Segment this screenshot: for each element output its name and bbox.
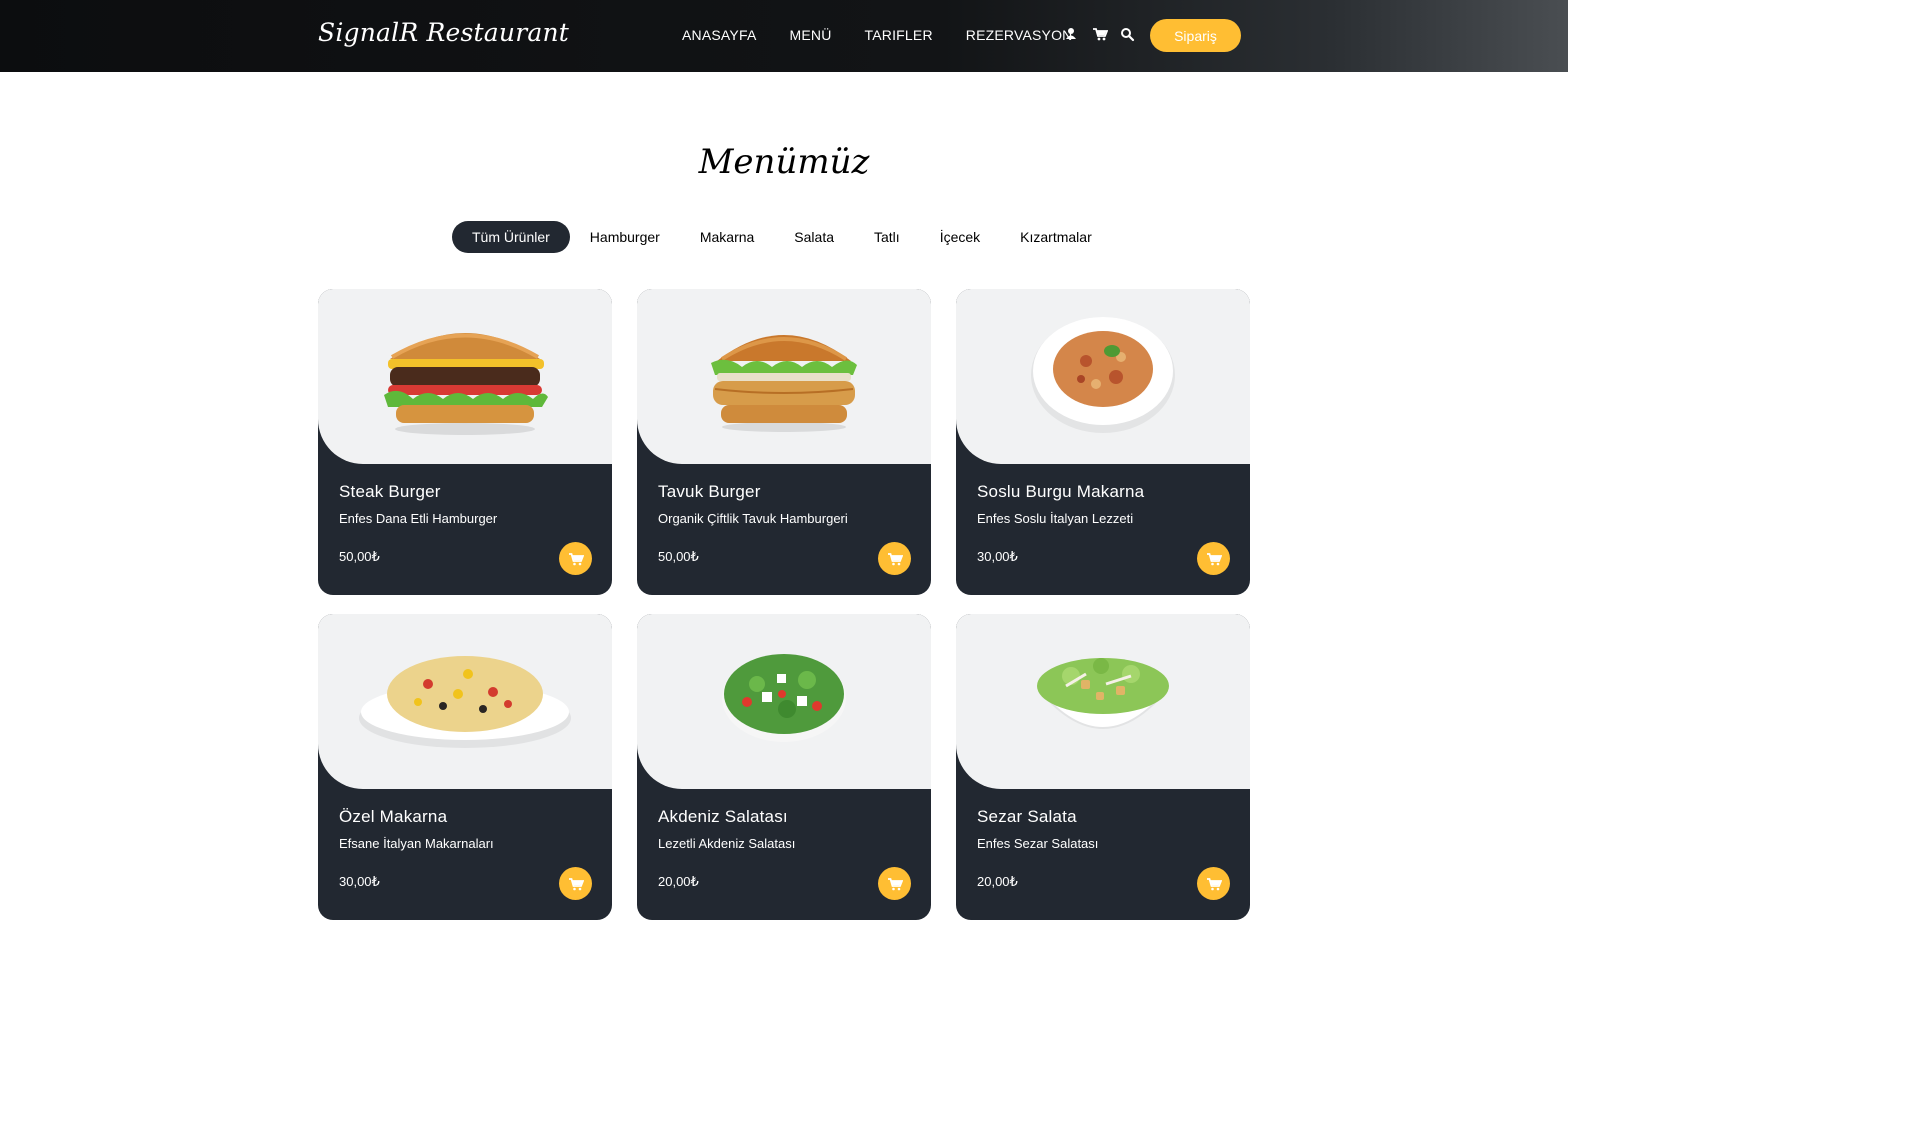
product-card: Soslu Burgu Makarna Enfes Soslu İtalyan … [956,289,1250,595]
product-name: Sezar Salata [977,807,1077,826]
product-name: Özel Makarna [339,807,448,826]
product-price: 30,00₺ [339,874,380,889]
filter-dessert[interactable]: Tatlı [854,221,920,253]
product-description: Enfes Dana Etli Hamburger [339,511,498,526]
cart-icon [887,552,903,565]
product-name: Soslu Burgu Makarna [977,482,1145,501]
nav-home[interactable]: ANASAYFA [682,27,756,43]
product-name: Tavuk Burger [658,482,761,501]
product-image [318,614,612,789]
top-navbar: SignalR Restaurant ANASAYFA MENÜ TARIFLE… [0,0,1568,72]
add-to-cart-button[interactable] [1197,867,1230,900]
product-name: Akdeniz Salatası [658,807,788,826]
filter-hamburger[interactable]: Hamburger [570,221,680,253]
cart-icon [1206,877,1222,890]
nav-recipes[interactable]: TARIFLER [865,27,933,43]
product-price: 20,00₺ [658,874,699,889]
main-nav: ANASAYFA MENÜ TARIFLER REZERVASYON [682,27,1105,43]
category-filters: Tüm Ürünler Hamburger Makarna Salata Tat… [452,221,1112,253]
product-card: Tavuk Burger Organik Çiftlik Tavuk Hambu… [637,289,931,595]
product-description: Enfes Sezar Salatası [977,836,1099,851]
filter-fries[interactable]: Kızartmalar [1000,221,1112,253]
brand-logo[interactable]: SignalR Restaurant [318,18,569,47]
product-description: Enfes Soslu İtalyan Lezzeti [977,511,1134,526]
cart-icon [1206,552,1222,565]
product-image [637,289,931,464]
product-description: Organik Çiftlik Tavuk Hamburgeri [658,511,848,526]
product-description: Efsane İtalyan Makarnaları [339,836,494,851]
product-image [637,614,931,789]
nav-menu[interactable]: MENÜ [789,27,831,43]
filter-pasta[interactable]: Makarna [680,221,774,253]
product-description: Lezetli Akdeniz Salatası [658,836,796,851]
section-title: Menümüz [698,142,870,182]
product-image [956,289,1250,464]
nav-icons [1064,26,1135,42]
cart-icon[interactable] [1092,26,1109,42]
product-name: Steak Burger [339,482,441,501]
product-price: 50,00₺ [339,549,380,564]
cart-icon [568,552,584,565]
order-button[interactable]: Sipariş [1150,19,1241,52]
filter-drinks[interactable]: İçecek [920,221,1000,253]
add-to-cart-button[interactable] [559,867,592,900]
product-price: 20,00₺ [977,874,1018,889]
add-to-cart-button[interactable] [878,542,911,575]
user-icon[interactable] [1064,26,1078,42]
add-to-cart-button[interactable] [1197,542,1230,575]
product-price: 30,00₺ [977,549,1018,564]
cart-icon [568,877,584,890]
search-icon[interactable] [1120,26,1135,42]
cart-icon [887,877,903,890]
filter-salad[interactable]: Salata [774,221,854,253]
add-to-cart-button[interactable] [559,542,592,575]
add-to-cart-button[interactable] [878,867,911,900]
product-card: Steak Burger Enfes Dana Etli Hamburger 5… [318,289,612,595]
product-card: Akdeniz Salatası Lezetli Akdeniz Salatas… [637,614,931,920]
filter-all[interactable]: Tüm Ürünler [452,221,570,253]
nav-reservation[interactable]: REZERVASYON [966,27,1073,43]
product-card: Sezar Salata Enfes Sezar Salatası 20,00₺ [956,614,1250,920]
product-image [318,289,612,464]
product-price: 50,00₺ [658,549,699,564]
product-image [956,614,1250,789]
product-card: Özel Makarna Efsane İtalyan Makarnaları … [318,614,612,920]
